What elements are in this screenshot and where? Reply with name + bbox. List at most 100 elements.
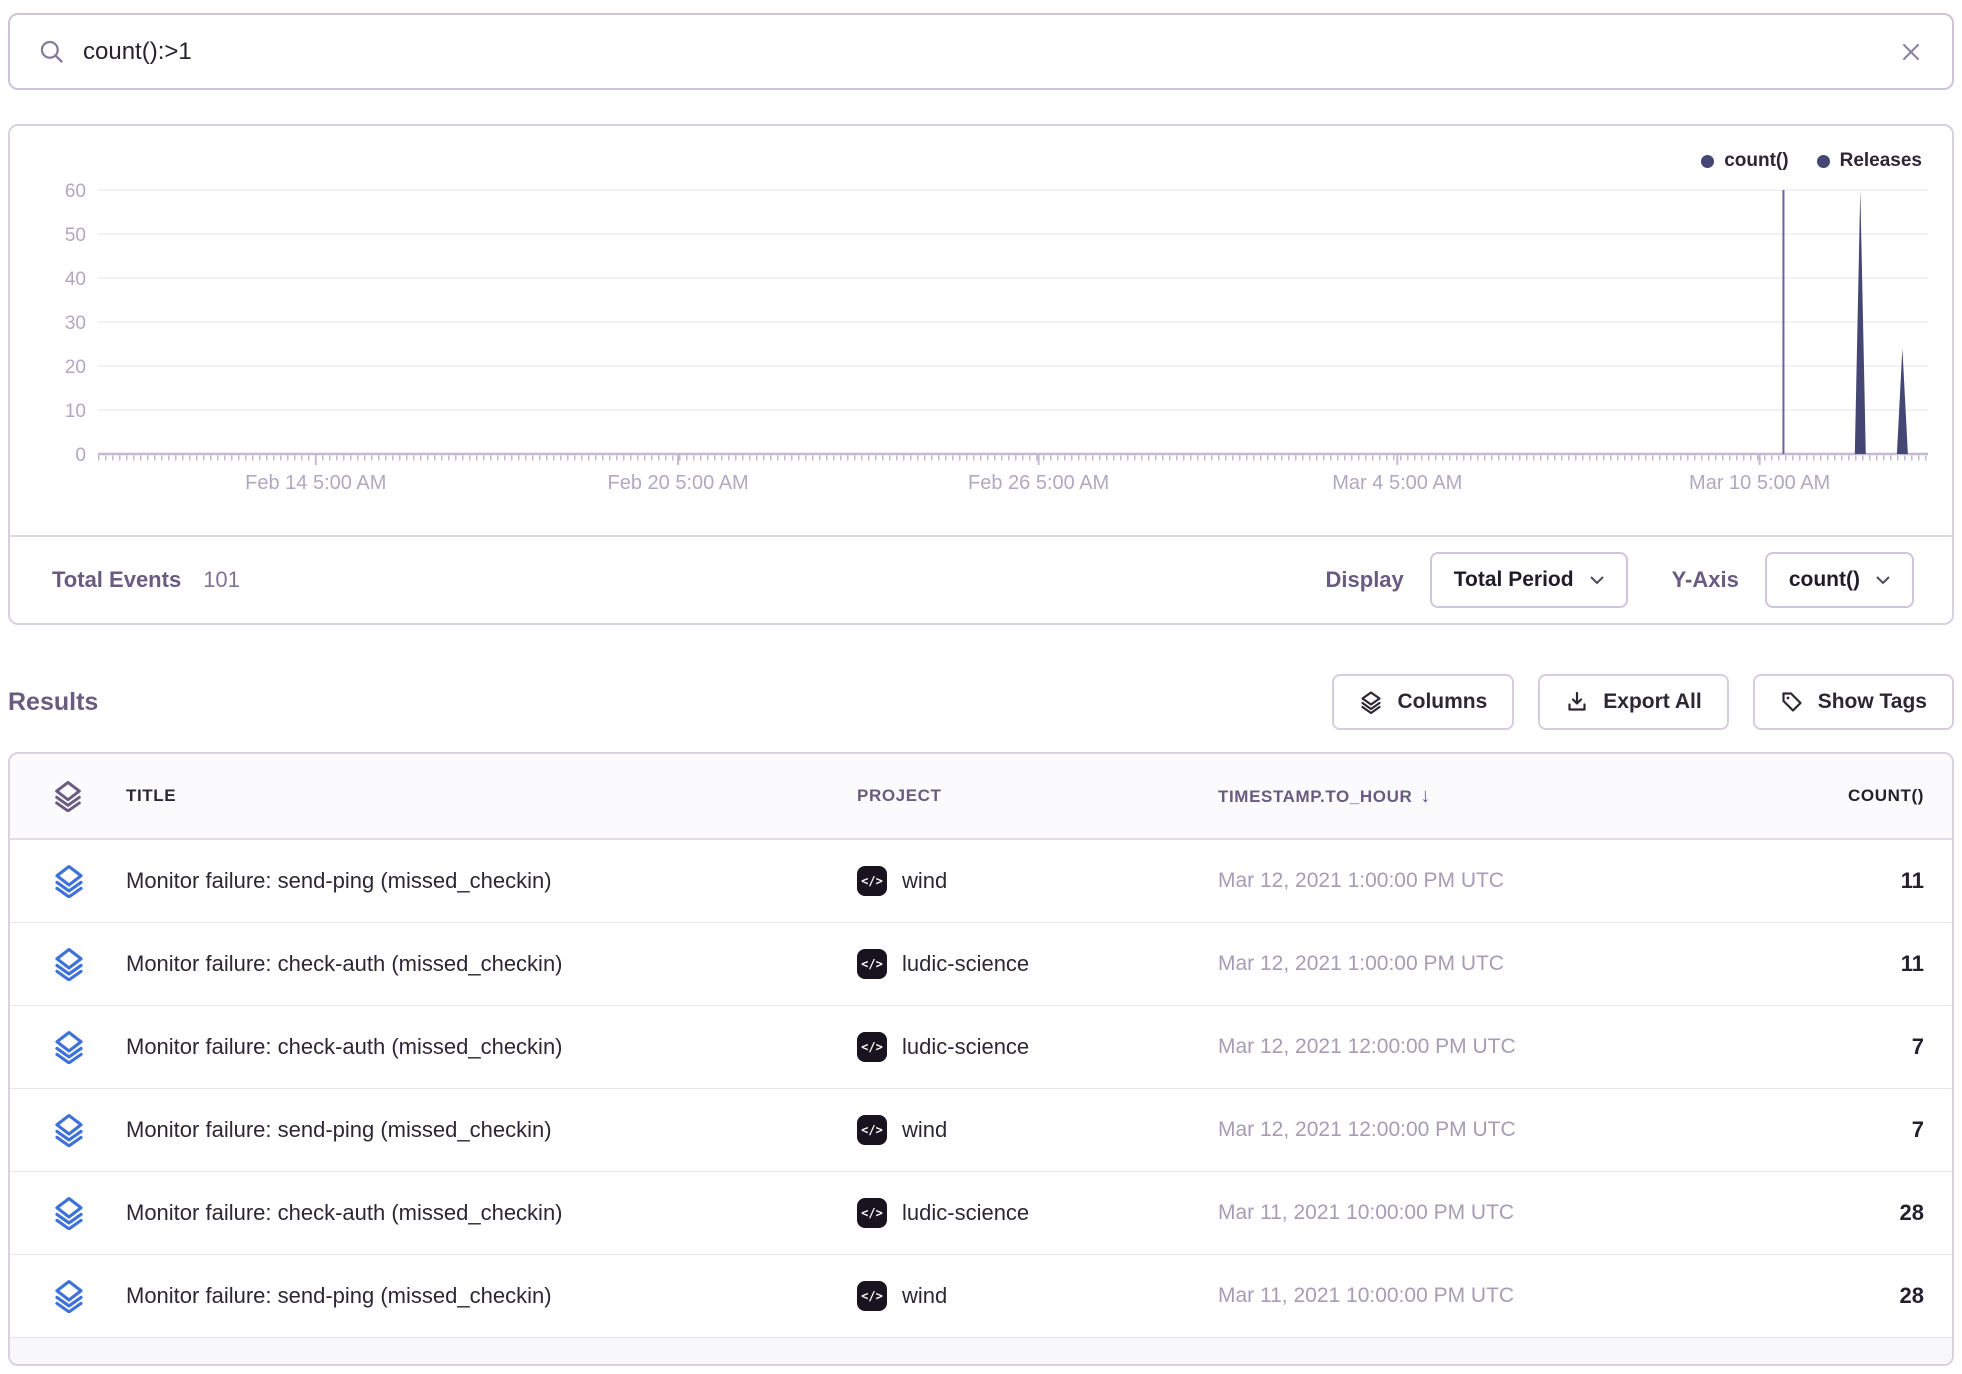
layers-icon [1359,690,1383,714]
legend-item-releases[interactable]: Releases [1817,150,1922,172]
timestamp-cell: Mar 12, 2021 12:00:00 PM UTC [1218,1118,1688,1142]
y-axis-tick-label: 20 [65,357,86,378]
legend-dot-icon [1817,155,1830,168]
y-axis-tick-label: 0 [75,445,86,466]
sort-desc-icon: ↓ [1420,785,1430,807]
project-name: wind [902,1117,947,1143]
count-cell: 11 [1688,951,1952,977]
y-axis-tick-label: 40 [65,269,86,290]
project-name: wind [902,868,947,894]
discover-stack-icon [52,947,86,981]
x-axis-tick-label: Mar 4 5:00 AM [1332,472,1462,494]
count-cell: 28 [1688,1283,1952,1309]
y-axis-tick-label: 60 [65,181,86,202]
column-header-title[interactable]: TITLE [122,786,857,806]
export-all-button[interactable]: Export All [1538,674,1728,730]
count-cell: 11 [1688,868,1952,894]
timestamp-cell: Mar 12, 2021 1:00:00 PM UTC [1218,952,1688,976]
table-row[interactable]: Monitor failure: send-ping (missed_check… [10,1255,1952,1338]
project-cell: </>wind [857,866,1218,896]
event-title-link[interactable]: Monitor failure: check-auth (missed_chec… [122,951,857,977]
event-title-link[interactable]: Monitor failure: send-ping (missed_check… [122,868,857,894]
event-title-link[interactable]: Monitor failure: send-ping (missed_check… [122,1283,857,1309]
total-events-label: Total Events [52,567,181,593]
button-label: Columns [1397,690,1487,714]
clear-search-icon[interactable] [1898,39,1924,65]
table-row[interactable]: Monitor failure: check-auth (missed_chec… [10,923,1952,1006]
x-axis-tick-label: Mar 10 5:00 AM [1689,472,1830,494]
chevron-down-icon [1876,576,1890,585]
project-cell: </> wind [857,1281,1218,1311]
results-heading: Results [8,688,98,717]
show-tags-button[interactable]: Show Tags [1753,674,1954,730]
discover-stack-icon [52,1030,86,1064]
table-footer [10,1338,1952,1364]
project-cell: </> ludic-science [857,1198,1218,1228]
timestamp-cell: Mar 11, 2021 10:00:00 PM UTC [1218,1201,1688,1225]
project-cell: </> ludic-science [857,949,1218,979]
discover-stack-icon [52,864,86,898]
legend-dot-icon [1701,155,1714,168]
y-axis-tick-label: 10 [65,401,86,422]
timestamp-cell: Mar 12, 2021 1:00:00 PM UTC [1218,869,1688,893]
project-platform-icon: </> [857,1281,887,1311]
table-row[interactable]: Monitor failure: send-ping (missed_check… [10,1089,1952,1172]
project-cell: </> ludic-science [857,1032,1218,1062]
x-axis-tick-label: Feb 26 5:00 AM [968,472,1109,494]
x-axis-tick-label: Feb 14 5:00 AM [245,472,386,494]
x-axis-tick-label: Feb 20 5:00 AM [608,472,749,494]
event-title-link[interactable]: Monitor failure: check-auth (missed_chec… [122,1200,857,1226]
y-axis-tick-label: 30 [65,313,86,334]
chart-legend: count() Releases [1701,150,1922,172]
y-axis-value: count() [1789,568,1860,592]
download-icon [1565,690,1589,714]
button-label: Show Tags [1818,690,1927,714]
legend-label: count() [1724,150,1788,172]
table-header-row: TITLE PROJECT TIMESTAMP.TO_HOUR↓ COUNT() [10,754,1952,840]
project-name: ludic-science [902,1034,1029,1060]
y-axis-dropdown[interactable]: count() [1765,552,1914,608]
events-area-chart[interactable]: 0 10 20 30 40 50 60 Feb 14 5:00 AM Feb 20 5:00 A… [10,126,1952,537]
project-platform-icon: </> [857,1032,887,1062]
discover-stack-icon [52,780,84,812]
project-platform-icon: </> [857,1115,887,1145]
count-cell: 7 [1688,1034,1952,1060]
discover-page: count():>1 count() Releases 0 10 20 30 40 50 6… [0,0,1962,1374]
display-label: Display [1326,567,1404,593]
event-title-link[interactable]: Monitor failure: send-ping (missed_check… [122,1117,857,1143]
event-title-link[interactable]: Monitor failure: check-auth (missed_chec… [122,1034,857,1060]
display-dropdown[interactable]: Total Period [1430,552,1628,608]
discover-stack-icon [52,1196,86,1230]
count-cell: 7 [1688,1117,1952,1143]
project-cell: </> wind [857,1115,1218,1145]
table-row[interactable]: Monitor failure: send-ping (missed_check… [10,840,1952,923]
count-series-spike[interactable] [1897,348,1908,454]
discover-stack-icon [52,1113,86,1147]
project-name: wind [902,1283,947,1309]
project-name: ludic-science [902,951,1029,977]
results-table: TITLE PROJECT TIMESTAMP.TO_HOUR↓ COUNT()… [8,752,1954,1366]
total-events-value: 101 [203,567,240,593]
columns-button[interactable]: Columns [1332,674,1514,730]
count-cell: 28 [1688,1200,1952,1226]
project-name: ludic-science [902,1200,1029,1226]
search-bar[interactable]: count():>1 [8,13,1954,90]
search-input[interactable]: count():>1 [83,38,1898,66]
button-label: Export All [1603,690,1701,714]
y-axis-tick-label: 50 [65,225,86,246]
legend-item-count[interactable]: count() [1701,150,1788,172]
results-header: Results Columns Export All [8,672,1954,732]
table-row[interactable]: Monitor failure: check-auth (missed_chec… [10,1006,1952,1089]
chart-footer: Total Events 101 Display Total Period Y-… [10,535,1952,623]
timestamp-cell: Mar 11, 2021 10:00:00 PM UTC [1218,1284,1688,1308]
events-chart-panel: count() Releases 0 10 20 30 40 50 60 Feb 14 5:0… [8,124,1954,625]
project-platform-icon: </> [857,1198,887,1228]
column-header-count[interactable]: COUNT() [1688,786,1952,806]
timestamp-cell: Mar 12, 2021 12:00:00 PM UTC [1218,1035,1688,1059]
project-platform-icon: </> [857,949,887,979]
column-header-project[interactable]: PROJECT [857,786,1218,806]
chevron-down-icon [1590,576,1604,585]
y-axis-label: Y-Axis [1672,567,1739,593]
column-header-timestamp[interactable]: TIMESTAMP.TO_HOUR↓ [1218,785,1688,808]
table-row[interactable]: Monitor failure: check-auth (missed_chec… [10,1172,1952,1255]
